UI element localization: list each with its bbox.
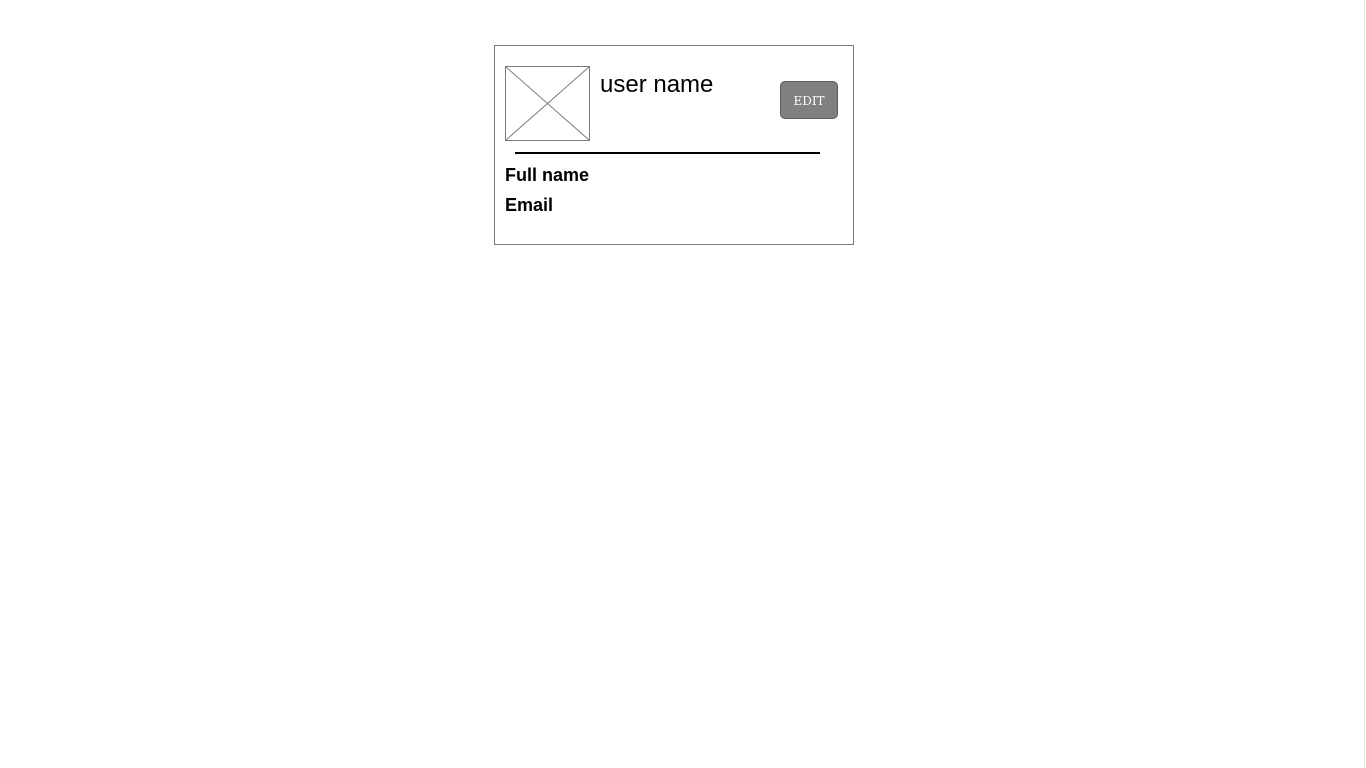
- profile-card: user name EDIT Full name Email: [494, 45, 854, 245]
- edit-button[interactable]: EDIT: [780, 81, 838, 119]
- full-name-label: Full name: [505, 165, 590, 185]
- avatar: [505, 66, 590, 141]
- window-edge: [1364, 0, 1365, 768]
- email-label: Email: [505, 195, 554, 215]
- image-placeholder-icon: [506, 67, 589, 140]
- username: user name: [600, 71, 714, 98]
- divider: [515, 152, 820, 154]
- page: user name EDIT Full name Email: [0, 0, 1366, 768]
